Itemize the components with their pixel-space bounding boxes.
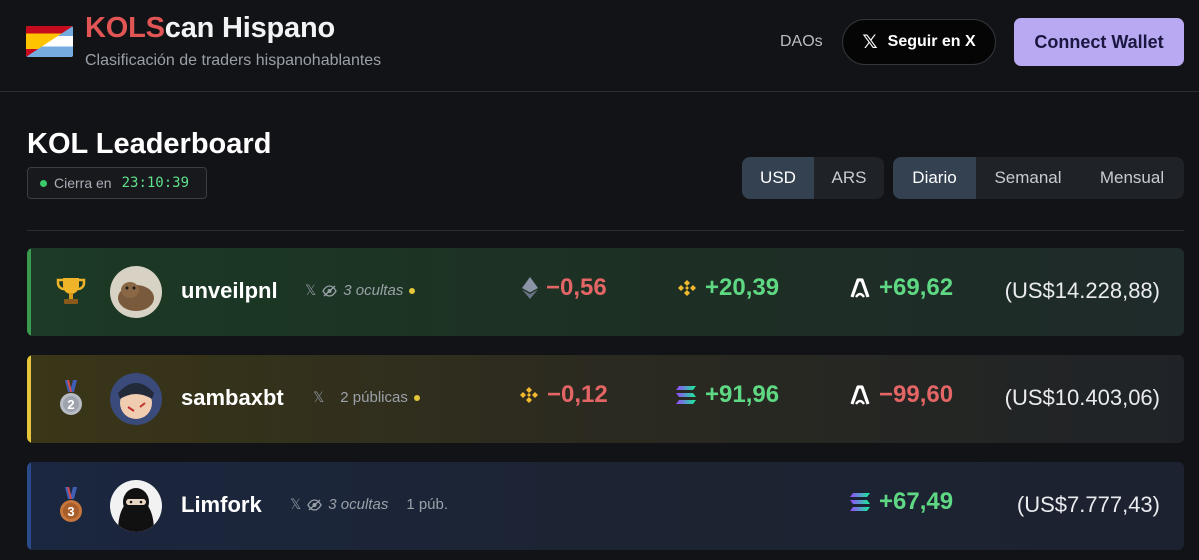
chain-value-3: −99,60 [849, 381, 953, 409]
row-meta: 𝕏 3 ocultas [305, 282, 416, 299]
username[interactable]: Limfork [181, 492, 262, 518]
leaderboard-row-2[interactable]: 2 sambaxbt 𝕏 2 públicas −0,12 +91,96 −99… [27, 355, 1184, 443]
brand-title[interactable]: KOLScan Hispano [85, 12, 335, 45]
status-dot-icon [409, 287, 416, 294]
avatar[interactable] [110, 266, 162, 318]
value-text: −0,12 [547, 381, 608, 408]
chain-value-3: +67,49 [849, 488, 953, 516]
trophy-icon [51, 272, 91, 312]
row-accent [27, 248, 31, 336]
svg-text:2: 2 [67, 397, 74, 412]
chain-value-2: +91,96 [675, 381, 779, 409]
silver-medal-icon: 2 [51, 379, 91, 419]
bronze-medal-icon: 3 [51, 486, 91, 526]
value-text: +67,49 [879, 488, 954, 515]
abstract-icon [850, 385, 870, 405]
follow-on-x-button[interactable]: 𝕏 Seguir en X [842, 19, 996, 65]
chain-value-3: +69,62 [849, 274, 953, 302]
x-logo-icon: 𝕏 [862, 31, 878, 53]
hidden-count: 3 ocultas [328, 496, 389, 513]
countdown-timer: Cierra en 23:10:39 [27, 167, 207, 199]
chain-value-1: −0,56 [522, 274, 607, 302]
timer-value: 23:10:39 [121, 175, 190, 191]
total-usd: (US$14.228,88) [1004, 278, 1160, 303]
avatar[interactable] [110, 373, 162, 425]
row-accent [27, 462, 31, 550]
live-dot-icon [40, 179, 47, 187]
eye-hidden-icon [322, 284, 338, 297]
period-option-monthly[interactable]: Mensual [1080, 157, 1184, 199]
connect-wallet-button[interactable]: Connect Wallet [1014, 18, 1184, 66]
leaderboard-row-3[interactable]: 3 Limfork 𝕏 3 ocultas 1 púb. +67,49 (US$… [27, 462, 1184, 550]
brand-subtitle: Clasificación de traders hispanohablante… [85, 52, 382, 69]
public-count: 2 públicas [340, 389, 408, 406]
hidden-count: 3 ocultas [343, 282, 404, 299]
timer-label: Cierra en [54, 175, 112, 191]
ethereum-icon [522, 277, 538, 299]
bnb-icon [678, 280, 696, 296]
value-text: +91,96 [705, 381, 780, 408]
value-text: −99,60 [879, 381, 954, 408]
row-accent [27, 355, 31, 443]
spain-argentina-flag-icon [26, 26, 73, 57]
bnb-icon [520, 387, 538, 403]
period-option-weekly[interactable]: Semanal [976, 157, 1080, 199]
period-toggle: Diario Semanal Mensual [893, 157, 1184, 199]
eye-hidden-icon [307, 498, 323, 511]
page-title: KOL Leaderboard [27, 128, 272, 160]
row-meta: 𝕏 3 ocultas 1 púb. [290, 496, 448, 513]
follow-label: Seguir en X [887, 33, 976, 50]
total-usd: (US$10.403,06) [1004, 385, 1160, 410]
currency-toggle: USD ARS [742, 157, 884, 199]
top-header: KOLScan Hispano Clasificación de traders… [0, 0, 1199, 92]
username[interactable]: sambaxbt [181, 385, 284, 411]
chain-value-1: −0,12 [519, 381, 608, 409]
public-count: 1 púb. [406, 496, 449, 513]
x-logo-icon[interactable]: 𝕏 [290, 496, 301, 513]
row-meta: 𝕏 2 públicas [313, 389, 420, 406]
total-usd: (US$7.777,43) [1016, 492, 1160, 517]
username[interactable]: unveilpnl [181, 278, 278, 304]
avatar[interactable] [110, 480, 162, 532]
nav-daos-link[interactable]: DAOs [780, 33, 823, 51]
x-logo-icon[interactable]: 𝕏 [313, 389, 324, 406]
leaderboard-row-1[interactable]: unveilpnl 𝕏 3 ocultas −0,56 +20,39 +69,6… [27, 248, 1184, 336]
value-text: +20,39 [705, 274, 780, 301]
section-divider [27, 230, 1184, 231]
value-text: −0,56 [546, 274, 607, 301]
solana-icon [676, 386, 696, 404]
solana-icon [850, 493, 870, 511]
currency-option-ars[interactable]: ARS [814, 157, 884, 199]
period-option-daily[interactable]: Diario [893, 157, 976, 199]
currency-option-usd[interactable]: USD [742, 157, 814, 199]
abstract-icon [850, 278, 870, 298]
x-logo-icon[interactable]: 𝕏 [305, 282, 316, 299]
status-dot-icon [413, 394, 420, 401]
value-text: +69,62 [879, 274, 954, 301]
chain-value-2: +20,39 [677, 274, 779, 302]
svg-text:3: 3 [67, 504, 74, 519]
